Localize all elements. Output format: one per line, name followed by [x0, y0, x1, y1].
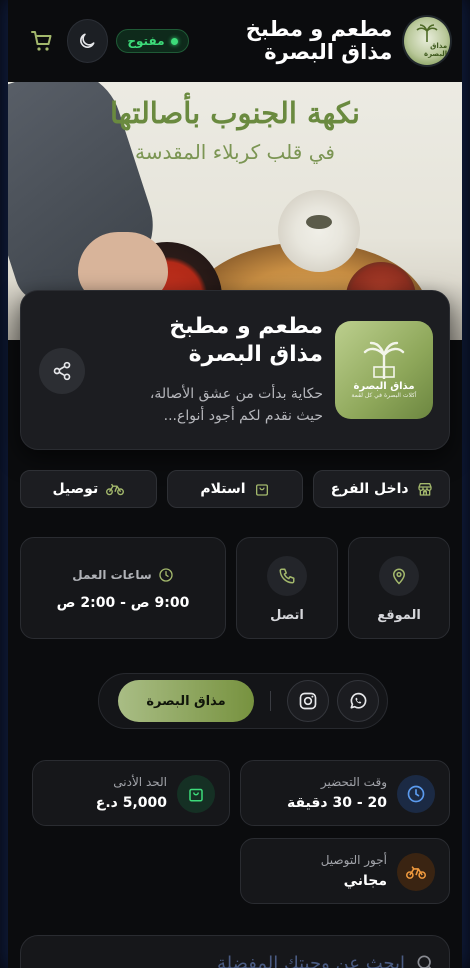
service-delivery-label: توصيل [52, 481, 99, 497]
store-icon [417, 483, 432, 496]
share-button[interactable] [39, 348, 85, 394]
bike-icon [106, 483, 125, 496]
social-divider [270, 691, 271, 711]
instagram-icon [299, 692, 317, 710]
logo-text: مذاق البصرة [423, 42, 448, 58]
top-header: مذاق البصرة مطعم و مطبخ مذاق البصرة مفتو… [8, 0, 462, 82]
card-description: حكاية بدأت من عشق الأصالة، حيث نقدم لكم … [149, 386, 323, 424]
page-title: مطعم و مطبخ مذاق البصرة [245, 17, 393, 64]
bike-icon [406, 866, 426, 879]
hero-yogurt-bowl-image [278, 190, 360, 272]
hero-headline: نكهة الجنوب بأصالتها [110, 96, 360, 130]
palm-icon [416, 24, 438, 42]
share-icon [53, 361, 71, 381]
min-order-card: الحد الأدنى 5,000 د.ع [32, 760, 230, 826]
prep-time-card: وقت التحضير 20 - 30 دقيقة [240, 760, 450, 826]
restaurant-logo[interactable]: مذاق البصرة [402, 15, 452, 67]
status-dot-icon [170, 37, 178, 45]
location-label: الموقع [377, 608, 421, 623]
clock-icon [159, 568, 173, 582]
instagram-button[interactable] [287, 680, 329, 722]
social-bar: مذاق البصرة [98, 673, 388, 729]
restaurant-info-card: مذاق البصرة أكلات البصرة في كل لقمة مطعم… [20, 290, 450, 450]
location-icon-wrap [379, 556, 419, 596]
call-icon-wrap [267, 556, 307, 596]
status-text: مفتوح [127, 34, 165, 48]
min-order-label: الحد الأدنى [113, 775, 167, 789]
cart-icon [31, 31, 52, 51]
status-badge: مفتوح [116, 29, 189, 53]
hero-subline: في قلب كربلاء المقدسة [135, 140, 335, 164]
hours-header: ساعات العمل [21, 567, 225, 583]
card-title: مطعم و مطبخ مذاق البصرة [169, 314, 323, 367]
bag-icon [255, 484, 268, 496]
search-icon [417, 955, 432, 968]
whatsapp-button[interactable] [337, 680, 379, 722]
info-tiles: الموقع اتصل ساعات العمل 9:00 ص - 2:00 ص [20, 537, 450, 639]
service-dine-in-button[interactable]: داخل الفرع [313, 470, 450, 508]
delivery-fee-card: أجور التوصيل مجاني [240, 838, 450, 904]
cart-button[interactable] [28, 26, 56, 56]
whatsapp-icon [350, 692, 367, 709]
palm-logo-icon [363, 341, 405, 379]
search-input[interactable] [35, 952, 405, 968]
delivery-icon-wrap [397, 853, 435, 891]
location-tile[interactable]: الموقع [348, 537, 450, 639]
call-label: اتصل [270, 608, 304, 623]
phone-icon [279, 568, 295, 584]
min-order-value: 5,000 د.ع [95, 795, 167, 811]
service-pickup-button[interactable]: استلام [166, 470, 304, 508]
service-delivery-button[interactable]: توصيل [19, 470, 157, 508]
logo-mark: مذاق البصرة [407, 21, 447, 61]
delivery-fee-label: أجور التوصيل [320, 853, 387, 867]
service-options: داخل الفرع استلام توصيل [19, 470, 450, 508]
prep-label: وقت التحضير [320, 775, 387, 789]
theme-toggle-button[interactable] [66, 19, 109, 63]
hours-tile: ساعات العمل 9:00 ص - 2:00 ص [20, 537, 226, 639]
app-page: مذاق البصرة مطعم و مطبخ مذاق البصرة مفتو… [8, 0, 462, 968]
moon-icon [80, 33, 95, 48]
call-tile[interactable]: اتصل [236, 537, 338, 639]
min-order-icon-wrap [177, 775, 215, 813]
prep-icon-wrap [397, 775, 435, 813]
search-bar [20, 935, 450, 968]
delivery-fee-value: مجاني [343, 873, 387, 889]
hours-label: ساعات العمل [72, 568, 152, 582]
hours-value: 9:00 ص - 2:00 ص [56, 595, 190, 611]
brand-button[interactable]: مذاق البصرة [118, 680, 254, 722]
service-dine-in-label: داخل الفرع [330, 481, 409, 497]
map-pin-icon [392, 568, 406, 585]
card-logo-tagline: أكلات البصرة في كل لقمة [351, 392, 417, 399]
card-logo: مذاق البصرة أكلات البصرة في كل لقمة [335, 321, 433, 419]
card-logo-name: مذاق البصرة [353, 381, 415, 392]
clock-icon [407, 785, 425, 803]
prep-value: 20 - 30 دقيقة [286, 795, 387, 811]
service-pickup-label: استلام [200, 481, 246, 497]
bag-icon [189, 788, 203, 802]
